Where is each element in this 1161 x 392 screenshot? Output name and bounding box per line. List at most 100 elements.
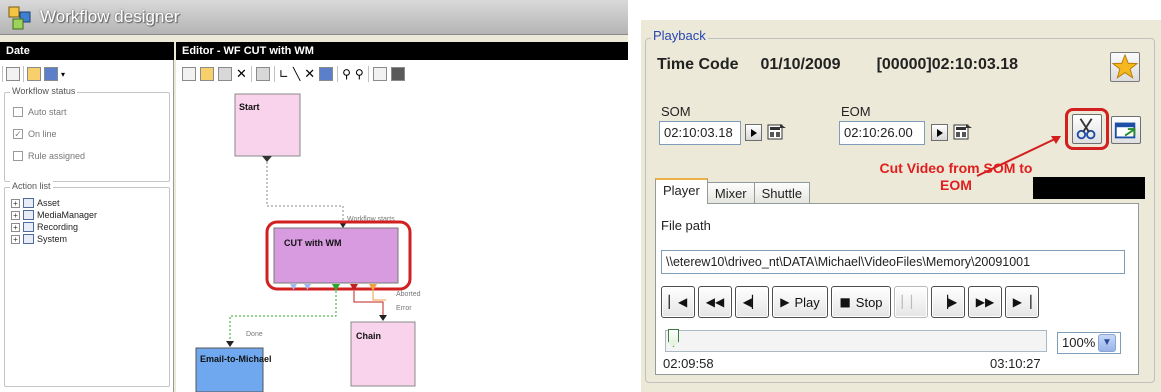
cut-video-annotation: Cut Video from SOM to EOM [879,160,1033,193]
checkbox-label: On line [28,129,57,139]
play-icon: ▶ [780,295,790,309]
set-som-icon[interactable] [766,122,788,142]
workflow-canvas: Start Workflow starts CUT with WM Done A… [195,93,421,392]
monitor-icon[interactable] [319,67,334,81]
connector-elbow-icon[interactable]: ∟ [279,67,289,81]
step-forward-icon: ▕▶ [938,295,958,309]
file-path-label: File path [661,218,711,233]
chevron-down-icon[interactable]: ▼ [1098,334,1116,352]
rewind-icon: ◀◀ [705,295,725,309]
edge-workflow-starts [266,162,344,224]
step-back-button[interactable]: ◀▏ [735,286,769,318]
chevron-down-icon[interactable]: ▾ [61,70,65,79]
edge-label-done: Done [246,331,263,338]
tab-shuttle[interactable]: Shuttle [753,182,811,204]
tree-item-label: Asset [37,198,60,208]
print-icon[interactable] [390,67,405,81]
stop-icon: ■ [839,295,851,309]
toolbar-separator [23,66,24,82]
zoom-out-icon[interactable]: ⚲ [355,67,364,81]
tab-mixer[interactable]: Mixer [706,182,755,204]
go-to-end-button[interactable]: ▶▕ [1005,286,1039,318]
email-node-label: Email-to-Michael [200,354,272,364]
action-list-group: Action list + Asset + MediaManager + Rec… [4,181,170,387]
som-label: SOM [661,104,691,119]
edge-aborted [353,291,384,316]
settings-icon[interactable] [27,67,41,81]
som-goto-button[interactable] [745,124,762,141]
checkbox-label: Rule assigned [28,151,86,161]
folder-icon [23,198,34,208]
timeline-start-time: 02:09:58 [663,356,714,371]
tree-item-recording[interactable]: + Recording [11,222,78,232]
on-line-checkbox[interactable]: ✓ On line [13,129,57,139]
eom-label: EOM [841,104,871,119]
expand-icon[interactable]: + [11,234,20,244]
star-icon [1111,53,1139,79]
folder-icon [23,210,34,220]
cut-node-label: CUT with WM [284,238,342,248]
expand-icon[interactable]: + [11,210,20,220]
stop-label: Stop [855,294,883,310]
timeline-slider[interactable] [665,330,1047,352]
toolbar-grip [2,66,3,82]
left-toolbar: ▾ [2,64,65,84]
arrow-head [379,315,387,321]
eom-goto-button[interactable] [931,124,948,141]
time-code-row: Time Code 01/10/2009 [00000]02:10:03.18 [657,56,1018,74]
skip-to-start-icon: ▏◀ [668,295,688,309]
favorite-button[interactable] [1110,52,1140,82]
cut-with-wm-node[interactable] [273,227,399,284]
playback-panel: Playback Time Code 01/10/2009 [00000]02:… [641,20,1161,392]
play-icon [937,129,943,137]
tree-item-system[interactable]: + System [11,234,67,244]
step-back-icon: ◀▏ [742,295,762,309]
zoom-in-icon[interactable]: ⚲ [342,67,351,81]
pause-button[interactable]: ▏▏ [894,286,928,318]
auto-start-checkbox[interactable]: Auto start [13,107,67,117]
rule-assigned-checkbox[interactable]: Rule assigned [13,151,85,161]
tree-item-asset[interactable]: + Asset [11,198,60,208]
remove-connector-icon[interactable]: ✕ [304,67,315,82]
tab-player[interactable]: Player [655,178,708,204]
tree-item-label: MediaManager [37,210,98,220]
connector-line-icon[interactable]: ╲ [293,67,300,81]
edge-label-aborted: Aborted [396,291,421,298]
go-to-start-button[interactable]: ▏◀ [661,286,695,318]
rewind-button[interactable]: ◀◀ [698,286,732,318]
file-path-input[interactable]: \\eterew10\driveo_nt\DATA\Michael\VideoF… [661,250,1125,274]
eom-input[interactable]: 02:10:26.00 [839,121,925,145]
connector-handle [262,156,272,162]
delete-icon[interactable]: ✕ [236,67,247,82]
layout-dropdown-icon[interactable] [44,67,58,81]
date-panel-header: Date [0,42,174,60]
stop-button[interactable]: ■ Stop [831,286,891,318]
properties-icon[interactable] [6,67,20,81]
expand-icon[interactable]: + [11,222,20,232]
step-forward-button[interactable]: ▕▶ [931,286,965,318]
copy-icon[interactable] [255,67,270,81]
checkbox-icon[interactable] [13,151,23,161]
window-title: Workflow designer [40,7,180,26]
time-code-label: Time Code [657,56,739,73]
title-bar: Workflow designer [0,0,628,35]
editor-toolbar: ✕ ∟ ╲ ✕ ⚲ ⚲ [182,64,405,84]
expand-icon[interactable]: + [11,198,20,208]
save-icon[interactable] [218,67,232,81]
pause-icon: ▏▏ [901,295,921,309]
play-button[interactable]: ▶ Play [772,286,828,318]
export-button[interactable] [1111,116,1141,144]
workflow-designer-window: Workflow designer Date ▾ Workflow status… [0,0,628,392]
open-icon[interactable] [200,67,214,81]
start-node-label: Start [239,102,260,112]
som-input[interactable]: 02:10:03.18 [659,121,741,145]
checkbox-checked-icon[interactable]: ✓ [13,129,23,139]
document-icon[interactable] [372,67,387,81]
transport-controls: ▏◀ ◀◀ ◀▏ ▶ Play ■ Stop ▏▏ ▕▶ ▶▶ ▶▕ [661,286,1039,320]
fast-forward-button[interactable]: ▶▶ [968,286,1002,318]
editor-header: Editor - WF CUT with WM [176,42,628,60]
play-icon [751,129,757,137]
new-icon[interactable] [182,67,196,81]
checkbox-icon[interactable] [13,107,23,117]
tree-item-mediamanager[interactable]: + MediaManager [11,210,97,220]
